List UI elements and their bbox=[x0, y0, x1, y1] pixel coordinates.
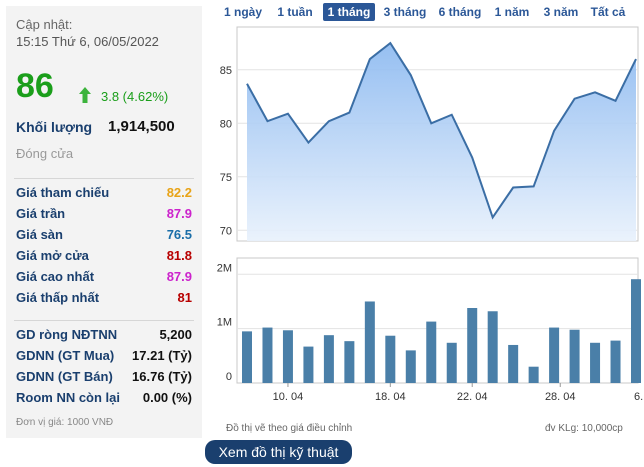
x-tick-label: 10. 04 bbox=[273, 391, 304, 403]
volume-bar bbox=[610, 340, 621, 383]
volume-bar bbox=[323, 335, 334, 383]
volume-bar bbox=[446, 342, 457, 383]
y-tick-label: 80 bbox=[220, 118, 232, 130]
y-tick-label: 70 bbox=[220, 225, 232, 237]
x-tick-label: 18. 04 bbox=[375, 391, 406, 403]
technical-chart-button[interactable]: Xem đồ thị kỹ thuật bbox=[205, 440, 352, 464]
stock-chart: 85 80 75 70 2M 1M 0 10. 04 18. 04 22. 04 28. 04 6.… bbox=[217, 26, 644, 403]
volume-bar bbox=[262, 327, 273, 383]
volume-bar bbox=[569, 329, 580, 383]
volume-bar bbox=[487, 311, 498, 383]
volume-bar bbox=[590, 342, 601, 383]
y-tick-label: 75 bbox=[220, 172, 232, 184]
y-tick-label: 85 bbox=[220, 65, 232, 77]
volume-bar bbox=[508, 344, 519, 383]
chart-footnote: Đồ thị vẽ theo giá điều chỉnh bbox=[226, 423, 353, 434]
x-tick-label: 28. 04 bbox=[545, 391, 576, 403]
volume-bar bbox=[631, 279, 641, 383]
y-tick-label: 2M bbox=[217, 262, 232, 274]
volume-bar bbox=[467, 308, 478, 383]
volume-bar bbox=[405, 350, 416, 383]
y-tick-label: 0 bbox=[226, 371, 232, 383]
volume-bar bbox=[426, 321, 437, 383]
volume-bar bbox=[364, 301, 375, 383]
volume-bar bbox=[549, 327, 560, 383]
volume-bar bbox=[282, 330, 293, 383]
x-tick-label: 6. 05 bbox=[634, 391, 644, 403]
volume-bar bbox=[344, 341, 355, 383]
volume-bar bbox=[303, 346, 314, 383]
x-tick-label: 22. 04 bbox=[457, 391, 488, 403]
y-tick-label: 1M bbox=[217, 317, 232, 329]
volume-unit: đv KLg: 10,000cp bbox=[545, 423, 623, 434]
volume-bar bbox=[385, 335, 396, 383]
volume-bar bbox=[242, 331, 252, 383]
volume-bar bbox=[528, 366, 539, 383]
